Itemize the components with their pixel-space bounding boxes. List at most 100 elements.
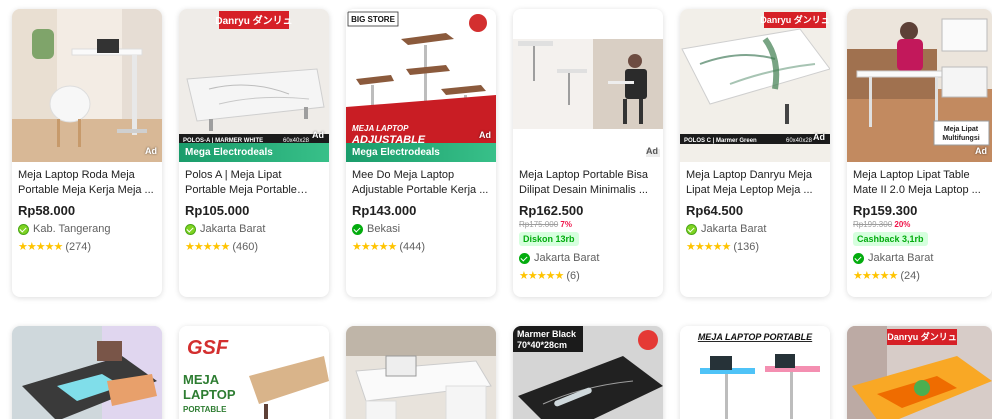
product-image[interactable]: Marmer Black 70*40*28cm: [513, 326, 663, 419]
shop-location-text: Jakarta Barat: [868, 252, 934, 264]
shop-location: Jakarta Barat: [185, 223, 323, 235]
ad-label: Ad: [145, 146, 157, 156]
original-price: Rp175.000: [519, 220, 559, 229]
product-rating: ★★★★★ (6): [519, 269, 657, 283]
review-count: (24): [900, 269, 920, 282]
product-title[interactable]: Polos A | Meja Lipat Portable Meja Porta…: [185, 168, 323, 198]
review-count: (136): [733, 240, 759, 253]
official-store-icon: [185, 223, 196, 235]
star-icon: ★★★★★: [519, 270, 564, 282]
product-rating: ★★★★★ (444): [352, 240, 490, 254]
product-card[interactable]: Meja Lipat Multifungsi Ad Meja Laptop Li…: [847, 9, 992, 297]
product-card[interactable]: Ad Meja Laptop Portable Bisa Dilipat Des…: [513, 9, 663, 297]
product-card[interactable]: MEJA LAPTOP PORTABLE: [680, 326, 830, 419]
product-title[interactable]: Meja Laptop Roda Meja Portable Meja Kerj…: [18, 168, 156, 198]
ad-label: Ad: [813, 132, 825, 142]
product-image[interactable]: BIG STORE MEJA LAPTOP ADJUSTABLE Ad Mega…: [346, 9, 496, 162]
ad-label: Ad: [479, 130, 491, 140]
brand-logo: Danryu ダンリュ: [887, 331, 957, 342]
brand-logo: Danryu ダンリュ: [215, 14, 292, 27]
banner-text: MEJA LAPTOP PORTABLE: [698, 332, 813, 342]
product-image[interactable]: Danryu ダンリュ: [847, 326, 992, 419]
review-count: (444): [399, 240, 425, 253]
product-image[interactable]: [12, 326, 162, 419]
discount-percent: 7%: [560, 220, 572, 229]
shop-location: Bekasi: [352, 223, 490, 235]
product-image[interactable]: Ad: [12, 9, 162, 162]
product-price: Rp143.000: [352, 203, 417, 218]
review-count: (6): [566, 269, 580, 282]
official-store-icon: [686, 223, 697, 235]
product-card[interactable]: [346, 326, 496, 419]
product-image[interactable]: Ad: [513, 9, 663, 162]
brand-logo: GSF: [187, 337, 229, 359]
campaign-strip: Mega Electrodeals: [179, 143, 329, 162]
banner-text: POLOS C | Marmer Green: [684, 138, 757, 144]
product-image[interactable]: Meja Lipat Multifungsi Ad: [847, 9, 992, 162]
campaign-strip: Mega Electrodeals: [346, 143, 496, 162]
product-image[interactable]: Danryu ダンリュ POLOS C | Marmer Green 60x40…: [680, 9, 830, 162]
slash-price: Rp175.000 7%: [519, 220, 657, 229]
shop-location-text: Jakarta Barat: [701, 223, 767, 235]
product-rating: ★★★★★ (460): [185, 240, 323, 254]
shop-location: Jakarta Barat: [686, 223, 824, 235]
product-price: Rp159.300: [853, 203, 918, 218]
product-card[interactable]: Marmer Black 70*40*28cm: [513, 326, 663, 419]
product-price: Rp64.500: [686, 203, 744, 218]
product-price: Rp105.000: [185, 203, 250, 218]
product-title[interactable]: Meja Laptop Lipat Table Mate II 2.0 Meja…: [853, 168, 986, 198]
product-card[interactable]: Ad Meja Laptop Roda Meja Portable Meja K…: [12, 9, 162, 297]
banner-line2: LAPTOP: [183, 387, 236, 402]
promo-label: Cashback 3,1rb: [853, 232, 928, 246]
star-icon: ★★★★★: [352, 241, 397, 253]
star-icon: ★★★★★: [18, 241, 63, 253]
svg-text:Multifungsi: Multifungsi: [942, 135, 979, 142]
star-icon: ★★★★★: [686, 241, 731, 253]
official-store-icon: [18, 223, 29, 235]
shop-location: Jakarta Barat: [853, 252, 986, 264]
size-text: 60x40x28: [786, 138, 813, 144]
product-card[interactable]: BIG STORE MEJA LAPTOP ADJUSTABLE Ad Mega…: [346, 9, 496, 297]
product-title[interactable]: Meja Laptop Danryu Meja Lipat Meja Lepto…: [686, 168, 824, 198]
product-title[interactable]: Mee Do Meja Laptop Adjustable Portable K…: [352, 168, 490, 198]
product-rating: ★★★★★ (136): [686, 240, 824, 254]
shop-location-text: Jakarta Barat: [534, 252, 600, 264]
banner-line1: MEJA: [183, 372, 220, 387]
banner-line3: PORTABLE: [183, 405, 227, 414]
brand-logo: BIG STORE: [351, 15, 396, 24]
ad-label: Ad: [312, 130, 324, 140]
product-card[interactable]: [12, 326, 162, 419]
power-merchant-icon: [519, 252, 530, 264]
shop-location-text: Bekasi: [367, 223, 401, 235]
product-card[interactable]: Danryu ダンリュ POLOS-A | MARMER WHITE 60x40…: [179, 9, 329, 297]
shop-location-text: Kab. Tangerang: [33, 223, 111, 235]
star-icon: ★★★★★: [853, 270, 898, 282]
product-card[interactable]: GSF MEJA LAPTOP PORTABLE: [179, 326, 329, 419]
ad-label: Ad: [646, 146, 658, 156]
product-card[interactable]: Danryu ダンリュ POLOS C | Marmer Green 60x40…: [680, 9, 830, 297]
star-icon: ★★★★★: [185, 241, 230, 253]
product-rating: ★★★★★ (24): [853, 269, 986, 283]
product-price: Rp58.000: [18, 203, 76, 218]
banner-line1: MEJA LAPTOP: [352, 124, 409, 133]
ad-label: Ad: [975, 146, 987, 156]
svg-text:Meja Lipat: Meja Lipat: [944, 126, 979, 133]
power-merchant-icon: [352, 223, 363, 235]
shop-location: Kab. Tangerang: [18, 223, 156, 235]
product-image[interactable]: [346, 326, 496, 419]
product-price: Rp162.500: [519, 203, 584, 218]
svg-text:70*40*28cm: 70*40*28cm: [517, 340, 567, 350]
original-price: Rp199.300: [853, 220, 893, 229]
product-image[interactable]: GSF MEJA LAPTOP PORTABLE: [179, 326, 329, 419]
brand-logo: Danryu ダンリュ: [760, 14, 830, 25]
power-merchant-icon: [853, 252, 864, 264]
product-image[interactable]: Danryu ダンリュ POLOS-A | MARMER WHITE 60x40…: [179, 9, 329, 162]
product-card[interactable]: Danryu ダンリュ: [847, 326, 992, 419]
promo-label: Diskon 13rb: [519, 232, 579, 246]
product-title[interactable]: Meja Laptop Portable Bisa Dilipat Desain…: [519, 168, 657, 198]
slash-price: Rp199.300 20%: [853, 220, 986, 229]
product-image[interactable]: MEJA LAPTOP PORTABLE: [680, 326, 830, 419]
shop-location-text: Jakarta Barat: [200, 223, 266, 235]
discount-percent: 20%: [894, 220, 911, 229]
product-rating: ★★★★★ (274): [18, 240, 156, 254]
